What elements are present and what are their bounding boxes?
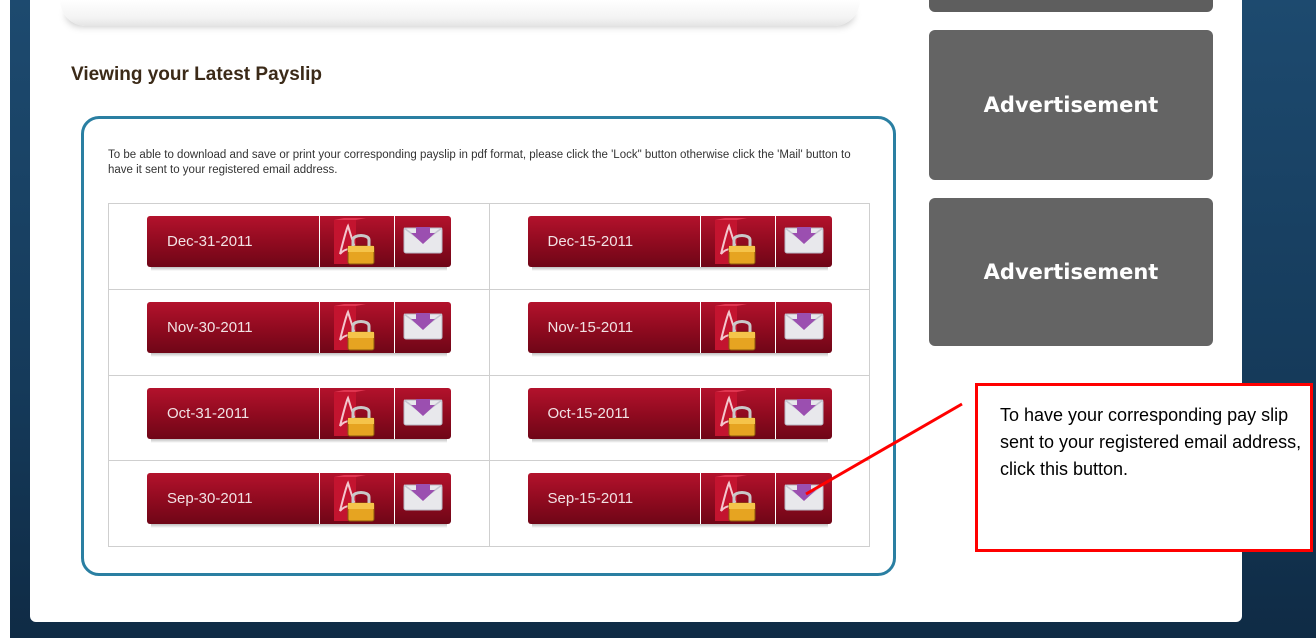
callout-box: To have your corresponding pay slip sent… [975, 383, 1313, 552]
callout-text: To have your corresponding pay slip sent… [1000, 405, 1302, 479]
